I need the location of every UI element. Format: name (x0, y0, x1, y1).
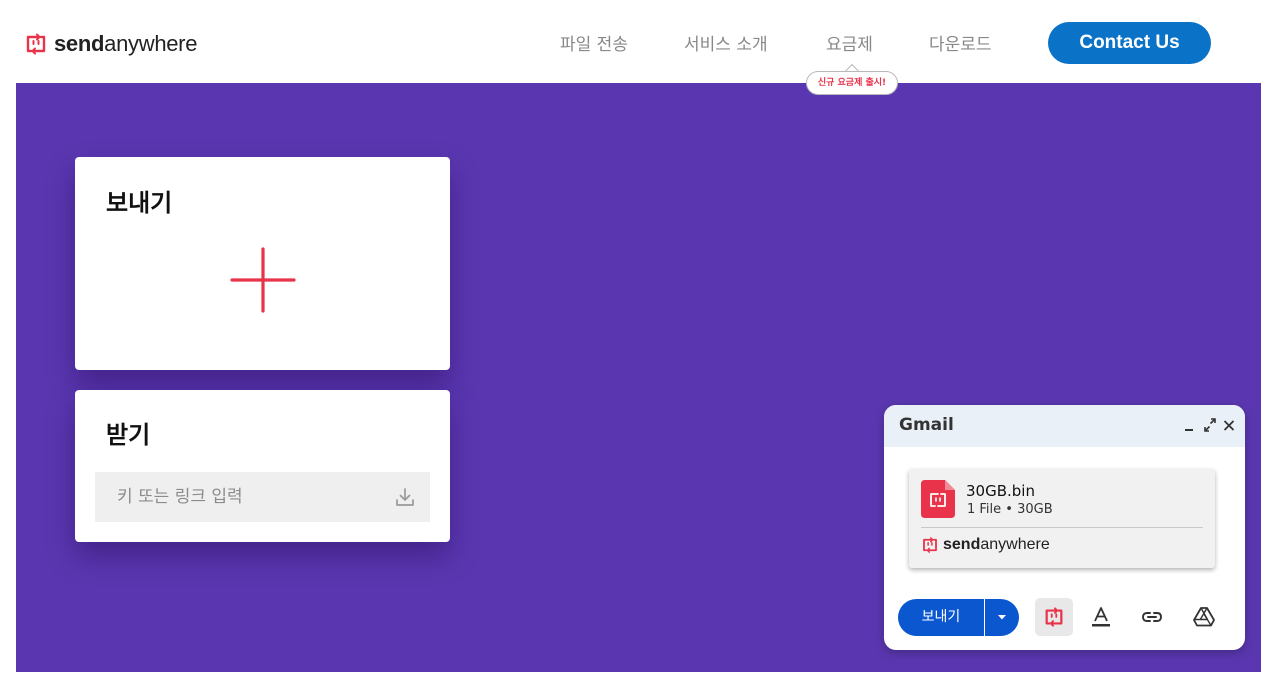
google-drive-tool-button[interactable] (1185, 598, 1223, 636)
send-card-title: 보내기 (106, 189, 173, 217)
contact-us-button[interactable]: Contact Us (1048, 22, 1211, 64)
send-options-dropdown[interactable] (985, 599, 1019, 636)
caret-down-icon (998, 615, 1006, 620)
attachment-brand-wordmark: sendanywhere (943, 536, 1050, 554)
sendanywhere-tool-button[interactable] (1035, 598, 1073, 636)
gmail-compose-header: Gmail (884, 405, 1245, 447)
file-attachment-card[interactable]: 30GB.bin 1 File • 30GB sendanywhere (909, 469, 1215, 568)
file-icon (921, 480, 955, 518)
link-icon (1142, 612, 1162, 622)
download-icon[interactable] (394, 486, 416, 508)
logo-wordmark-bold: send (54, 31, 105, 56)
logo-wordmark-light: anywhere (104, 31, 198, 56)
close-icon[interactable] (1221, 416, 1237, 434)
gmail-compose-window: Gmail 30GB.bin 1 File • 30GB sendanywher… (884, 405, 1245, 650)
attachment-brand: sendanywhere (921, 536, 1050, 554)
sendanywhere-logo-icon (923, 537, 937, 553)
attachment-brand-light: anywhere (980, 536, 1050, 553)
text-format-icon (1092, 607, 1110, 627)
gmail-title: Gmail (899, 415, 954, 435)
attachment-divider (921, 527, 1203, 528)
text-format-tool-button[interactable] (1082, 598, 1120, 636)
attachment-brand-bold: send (943, 536, 981, 553)
send-card: 보내기 (75, 157, 450, 370)
attachment-file-name: 30GB.bin (966, 482, 1035, 500)
nav-pricing[interactable]: 요금제 (826, 30, 873, 56)
receive-card-title: 받기 (106, 421, 151, 449)
app-frame: sendanywhere 파일 전송 서비스 소개 요금제 다운로드 Conta… (16, 16, 1261, 672)
nav-file-transfer[interactable]: 파일 전송 (560, 30, 628, 56)
key-or-link-input[interactable] (95, 472, 430, 522)
receive-card: 받기 (75, 390, 450, 542)
logo[interactable]: sendanywhere (24, 29, 197, 59)
sendanywhere-logo-icon (26, 33, 46, 55)
google-drive-icon (1193, 607, 1215, 627)
gmail-send-button[interactable]: 보내기 (898, 599, 984, 636)
nav-service-intro[interactable]: 서비스 소개 (684, 30, 768, 56)
top-navigation-bar: sendanywhere 파일 전송 서비스 소개 요금제 다운로드 Conta… (16, 16, 1261, 83)
new-pricing-badge: 신규 요금제 출시! (806, 71, 898, 95)
attachment-file-meta: 1 File • 30GB (967, 502, 1053, 517)
sendanywhere-icon (1045, 607, 1063, 627)
minimize-icon[interactable] (1182, 416, 1198, 434)
logo-wordmark: sendanywhere (54, 31, 197, 57)
nav-download[interactable]: 다운로드 (929, 30, 992, 56)
expand-icon[interactable] (1202, 416, 1218, 434)
plus-icon[interactable] (230, 247, 296, 313)
insert-link-tool-button[interactable] (1133, 598, 1171, 636)
